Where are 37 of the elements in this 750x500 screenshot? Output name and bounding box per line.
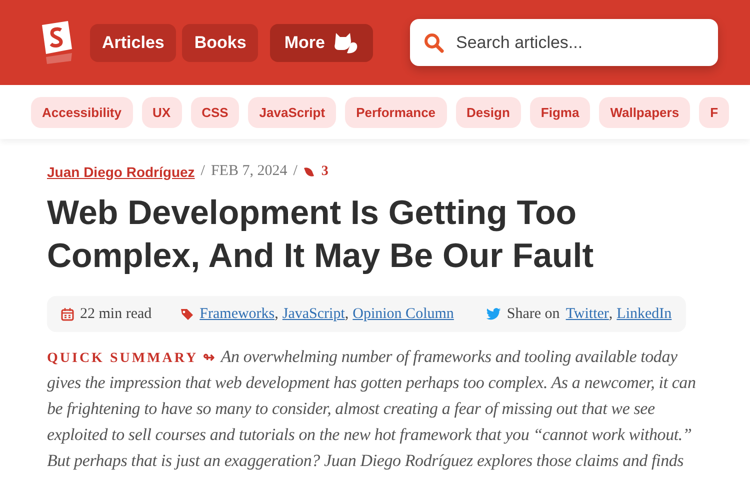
publish-date: FEB 7, 2024 (210, 163, 288, 180)
category-link[interactable]: Opinion Column (352, 306, 454, 322)
comma: , (608, 306, 613, 322)
tag-icon (180, 308, 194, 320)
leaf-icon (303, 166, 316, 178)
read-time: 22 min read (80, 306, 152, 322)
topic-tag[interactable]: UX (142, 96, 182, 128)
topic-tag[interactable]: Figma (530, 96, 590, 128)
comma: , (344, 306, 349, 322)
comment-count[interactable]: 3 (321, 164, 328, 180)
summary-paragraph: QUICK SUMMARY ↬ An overwhelming number of frameworks and tooling available today gives the impression that web development has gotten perhaps too complex. As a newcomer, it can be frightening to have so many to consider, almost creating a fear of missing out that we see exploited to sell courses and tutorials on the new hot framework that you “cannot work without.” But perhaps that is just an exaggeration? Juan Diego Rodríguez explores those claims and finds (47, 346, 697, 472)
topic-tag[interactable]: Design (456, 96, 521, 128)
separator: / (293, 163, 298, 180)
bird-icon (486, 308, 501, 320)
share-link[interactable]: LinkedIn (616, 306, 672, 322)
calendar-icon (61, 308, 74, 320)
topic-tag[interactable]: Wallpapers (599, 96, 690, 128)
search-field[interactable]: Search articles... (410, 19, 718, 66)
separator: / (200, 163, 205, 180)
comma: , (274, 306, 278, 322)
cat-icon (332, 30, 359, 54)
topic-tag[interactable]: Performance (345, 96, 447, 128)
topic-tag[interactable]: F (699, 96, 730, 128)
nav-button[interactable]: More (270, 24, 373, 62)
topic-tag[interactable]: Accessibility (31, 96, 132, 128)
share-label: Share on (506, 306, 560, 322)
author-link[interactable]: Juan Diego Rodríguez (47, 164, 195, 180)
search-icon (424, 32, 444, 52)
nav-button[interactable]: Articles (90, 24, 176, 62)
article-title: Web Development Is Getting Too Complex, And It May Be Our Fault (47, 193, 595, 277)
search-input[interactable]: Search articles... (454, 32, 704, 54)
topic-tag[interactable]: CSS (190, 96, 240, 128)
category-link[interactable]: Frameworks (200, 306, 275, 322)
topic-tag[interactable]: JavaScript (248, 96, 336, 128)
nav-button[interactable]: Books (182, 24, 258, 62)
category-link[interactable]: JavaScript (282, 306, 345, 322)
share-link[interactable]: Twitter (566, 306, 609, 322)
